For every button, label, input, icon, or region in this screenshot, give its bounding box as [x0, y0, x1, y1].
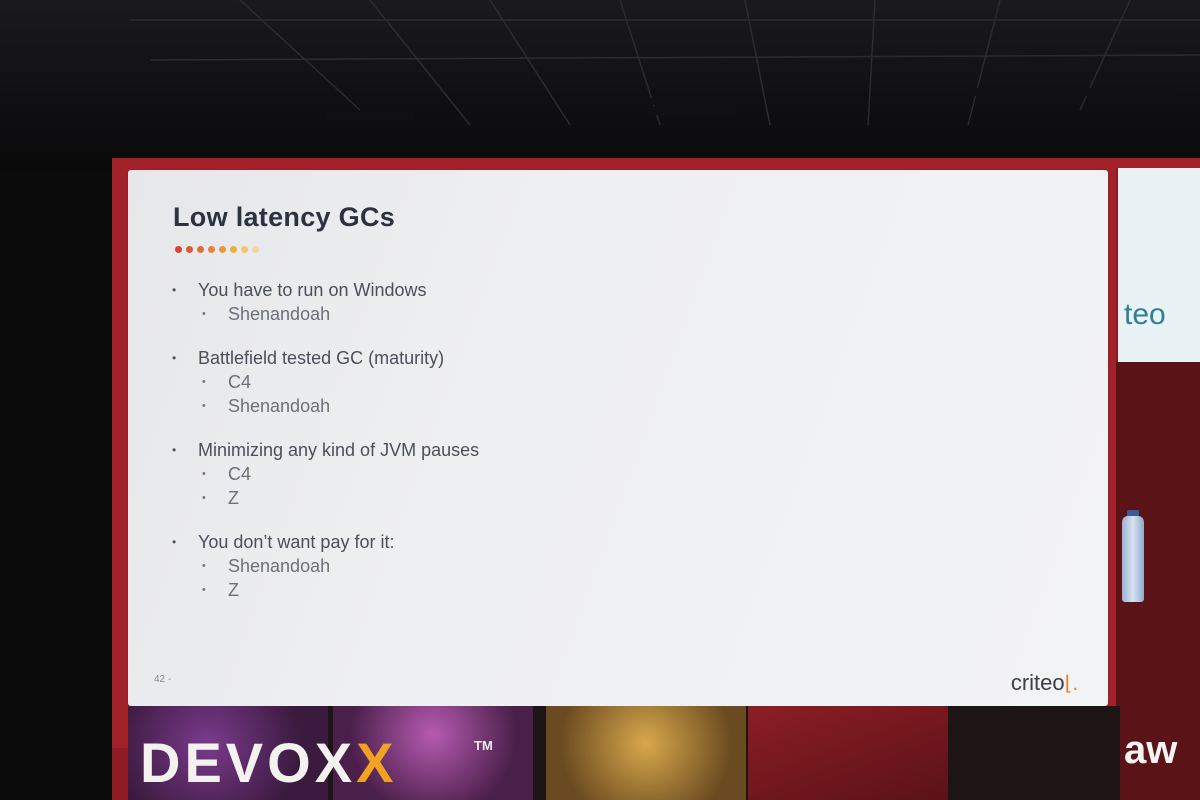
devoxx-text: DEVOX	[140, 731, 357, 794]
sub-bullet-text: Z	[228, 580, 239, 600]
title-dot	[197, 246, 204, 253]
title-dots	[175, 246, 259, 253]
bullet-group: • Minimizing any kind of JVM pauses • C4 • Z	[168, 438, 768, 510]
title-dot	[252, 246, 259, 253]
sub-bullet-text: Shenandoah	[228, 304, 331, 324]
criteo-bracket-icon: ⌊.	[1064, 673, 1078, 695]
sub-bullet-text: C4	[228, 372, 252, 392]
title-dot	[219, 246, 226, 253]
bullet-group: • You have to run on Windows • Shenandoah	[168, 278, 768, 326]
devoxx-logo: DEVOXX	[140, 730, 397, 795]
title-dot	[175, 246, 182, 253]
sub-bullet-text: Shenandoah	[228, 396, 331, 416]
banner-art-3	[546, 706, 746, 800]
sub-bullet-item: • Z	[168, 578, 768, 602]
page-number: 42 -	[154, 674, 172, 685]
bullet-text: You have to run on Windows	[198, 280, 427, 300]
title-dot	[230, 246, 237, 253]
ceiling	[0, 0, 1200, 170]
title-dot	[208, 246, 215, 253]
sub-bullet-icon: •	[202, 492, 206, 504]
bullet-text: You don’t want pay for it:	[198, 532, 395, 552]
bullet-text: Battlefield tested GC (maturity)	[198, 348, 445, 368]
bullet-icon: •	[172, 535, 177, 549]
sub-bullet-text: Z	[228, 488, 239, 508]
sub-bullet-icon: •	[202, 308, 206, 320]
bullet-item: • Minimizing any kind of JVM pauses	[168, 438, 768, 462]
bullet-icon: •	[172, 443, 177, 457]
criteo-logo-text: criteo	[1010, 670, 1065, 695]
banner-art-4	[748, 706, 948, 800]
bullet-icon: •	[172, 351, 177, 365]
bullet-text: Minimizing any kind of JVM pauses	[198, 440, 480, 460]
bullet-item: • You don’t want pay for it:	[168, 530, 768, 554]
sub-bullet-item: • Shenandoah	[168, 554, 768, 578]
bullet-icon: •	[172, 283, 177, 297]
slide-content: • You have to run on Windows • Shenandoah • B…	[168, 278, 768, 622]
sub-bullet-icon: •	[202, 468, 206, 480]
sub-bullet-item: • Z	[168, 486, 768, 510]
aws-logo: aw	[1124, 728, 1178, 772]
sub-bullet-text: C4	[228, 464, 252, 484]
sub-bullet-icon: •	[202, 560, 206, 572]
bullet-group: • Battlefield tested GC (maturity) • C4 • She…	[168, 346, 768, 418]
slide-title: Low latency GCs	[173, 202, 396, 232]
trademark-mark: TM	[474, 738, 493, 753]
sub-bullet-item: • Shenandoah	[168, 394, 768, 418]
sub-bullet-icon: •	[202, 400, 206, 412]
bullet-item: • Battlefield tested GC (maturity)	[168, 346, 768, 370]
bullet-group: • You don’t want pay for it: • Shenandoah • Z	[168, 530, 768, 602]
ceiling-grid	[130, 0, 1200, 126]
sub-bullet-icon: •	[202, 584, 206, 596]
sub-bullet-icon: •	[202, 376, 206, 388]
water-bottle	[1122, 516, 1144, 602]
title-dot	[186, 246, 193, 253]
devoxx-x: X	[356, 731, 398, 794]
title-dot	[241, 246, 248, 253]
criteo-logo: criteo⌊.	[1011, 670, 1078, 696]
side-screen: teo	[1116, 168, 1200, 362]
sub-bullet-item: • C4	[168, 370, 768, 394]
presentation-slide: Low latency GCs • You have to run on Wind…	[128, 170, 1108, 706]
sub-bullet-text: Shenandoah	[228, 556, 331, 576]
side-screen-logo: teo	[1124, 298, 1166, 331]
sub-bullet-item: • Shenandoah	[168, 302, 768, 326]
bullet-item: • You have to run on Windows	[168, 278, 768, 302]
sub-bullet-item: • C4	[168, 462, 768, 486]
